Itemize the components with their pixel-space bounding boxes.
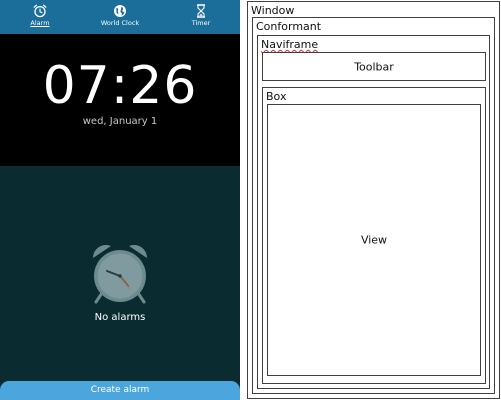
alarm-clock-icon <box>86 242 154 308</box>
toolbar-box: Toolbar <box>262 52 486 81</box>
tab-timer[interactable]: Timer <box>171 0 231 34</box>
current-date: wed, January 1 <box>82 116 158 127</box>
no-alarms-message: No alarms <box>94 312 146 323</box>
alarm-list-empty-state: No alarms <box>0 166 240 400</box>
window-label: Window <box>251 4 295 17</box>
current-time: 07:26 <box>42 56 198 116</box>
view-box: View <box>267 104 481 376</box>
tab-timer-label: Timer <box>191 19 211 27</box>
box-label: Box <box>266 90 287 103</box>
current-time-panel: 07:26 wed, January 1 <box>0 34 240 166</box>
toolbar-label: Toolbar <box>354 60 394 73</box>
view-label: View <box>360 233 388 247</box>
clock-app-screenshot: Alarm World Clock Timer 07:26 wed, Janua… <box>0 0 240 400</box>
tab-world-clock[interactable]: World Clock <box>90 0 150 34</box>
tab-alarm[interactable]: Alarm <box>10 0 70 34</box>
create-alarm-button[interactable]: Create alarm <box>0 381 240 400</box>
conformant-label: Conformant <box>256 20 322 33</box>
tab-bar: Alarm World Clock Timer <box>0 0 240 34</box>
tab-world-clock-label: World Clock <box>100 19 140 27</box>
naviframe-label: Naviframe <box>261 38 319 51</box>
tab-alarm-label: Alarm <box>30 19 50 27</box>
